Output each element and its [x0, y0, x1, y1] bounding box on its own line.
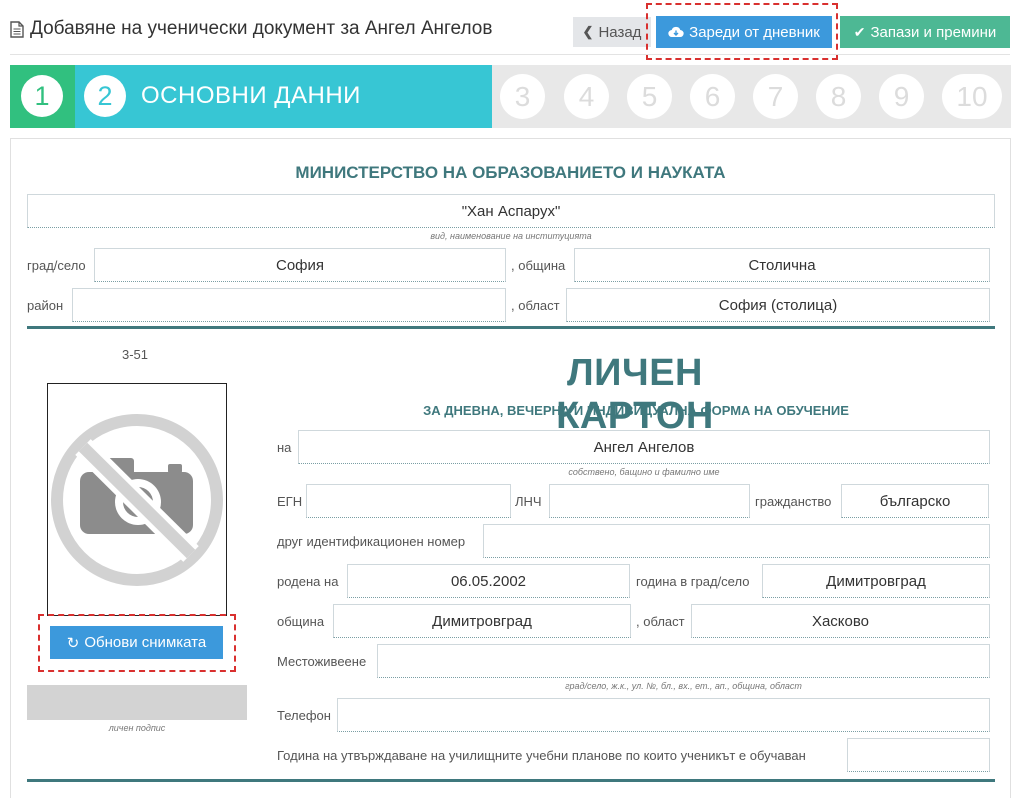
step-6[interactable]: 6 [690, 74, 735, 119]
step-5[interactable]: 5 [627, 74, 672, 119]
municipality-label: , община [511, 258, 566, 273]
header-divider [10, 54, 1010, 55]
citizenship-label: гражданство [755, 494, 832, 509]
address-hint: град/село, ж.к., ул. №, бл., вх., ет., а… [565, 681, 802, 691]
other-id-label: друг идентификационен номер [277, 534, 466, 549]
lnch-label: ЛНЧ [515, 494, 542, 509]
phone-label: Телефон [277, 708, 331, 723]
born-city-label: година в град/село [636, 574, 750, 589]
student-name-label: на [277, 440, 292, 455]
chevron-left-icon: ❮ [582, 24, 594, 39]
save-button-label: Запази и премини [870, 23, 997, 41]
step-8[interactable]: 8 [816, 74, 861, 119]
step-3[interactable]: 3 [500, 74, 545, 119]
refresh-icon: ↻ [66, 634, 80, 652]
student-municipality-field[interactable]: Димитровград [333, 604, 631, 638]
card-subtitle: ЗА ДНЕВНА, ВЕЧЕРНА И ИНДИВИДУАЛНА ФОРМА … [423, 403, 849, 418]
update-photo-button[interactable]: ↻ Обнови снимката [50, 626, 223, 659]
municipality-field[interactable]: Столична [574, 248, 990, 282]
signature-box [27, 685, 247, 720]
step-9[interactable]: 9 [879, 74, 924, 119]
student-name-field[interactable]: Ангел Ангелов [298, 430, 990, 464]
student-municipality-label: община [277, 614, 325, 629]
district-label: район [27, 298, 64, 313]
ministry-heading: МИНИСТЕРСТВО НА ОБРАЗОВАНИЕТО И НАУКАТА [295, 163, 726, 182]
address-label: Местоживеене [277, 654, 367, 669]
card-number: 3-51 [122, 347, 149, 362]
student-name-hint: собствено, бащино и фамилно име [568, 467, 720, 477]
student-region-field[interactable]: Хасково [691, 604, 990, 638]
district-field[interactable] [72, 288, 506, 322]
city-label: град/село [27, 258, 86, 273]
phone-field[interactable] [337, 698, 990, 732]
student-region-label: , област [636, 614, 685, 629]
egn-field[interactable] [306, 484, 511, 518]
institution-name-field[interactable]: "Хан Аспарух" [27, 194, 995, 228]
city-field[interactable]: София [94, 248, 506, 282]
citizenship-field[interactable]: българско [841, 484, 989, 518]
step-2-circle: 2 [84, 75, 126, 117]
study-plans-label: Година на утвърждаване на училищните уче… [277, 748, 806, 763]
step-7[interactable]: 7 [753, 74, 798, 119]
no-photo-icon [51, 414, 223, 586]
check-icon: ✔ [853, 23, 866, 40]
born-date-field[interactable]: 06.05.2002 [347, 564, 630, 598]
document-icon [10, 20, 24, 38]
region-label: , област [511, 298, 560, 313]
step-10[interactable]: 10 [942, 74, 1002, 119]
step-1-circle: 1 [21, 75, 63, 117]
lnch-field[interactable] [549, 484, 750, 518]
page-title: Добавяне на ученически документ за Ангел… [10, 18, 492, 40]
bottom-divider [27, 779, 995, 782]
save-and-continue-button[interactable]: ✔ Запази и премини [840, 16, 1010, 48]
back-button[interactable]: ❮ Назад [573, 17, 651, 47]
address-field[interactable] [377, 644, 990, 678]
cloud-download-icon [668, 26, 684, 38]
step-4[interactable]: 4 [564, 74, 609, 119]
egn-label: ЕГН [277, 494, 303, 509]
page-title-text: Добавяне на ученически документ за Ангел… [30, 18, 493, 39]
card-title: ЛИЧЕН КАРТОН [556, 352, 714, 437]
institution-name-hint: вид, наименование на институцията [430, 231, 592, 241]
student-photo [47, 383, 227, 616]
region-field[interactable]: София (столица) [566, 288, 990, 322]
current-step-label: ОСНОВНИ ДАННИ [141, 82, 361, 109]
born-label: родена на [277, 574, 339, 589]
step-1[interactable]: 1 [10, 65, 75, 128]
load-from-journal-button[interactable]: Зареди от дневник [656, 16, 832, 48]
back-button-label: Назад [598, 23, 642, 41]
section-divider [27, 326, 995, 329]
study-plans-year-field[interactable] [847, 738, 990, 772]
other-id-field[interactable] [483, 524, 990, 558]
update-photo-label: Обнови снимката [84, 634, 207, 651]
load-button-label: Зареди от дневник [689, 23, 820, 41]
signature-hint: личен подпис [108, 723, 166, 733]
born-city-field[interactable]: Димитровград [762, 564, 990, 598]
